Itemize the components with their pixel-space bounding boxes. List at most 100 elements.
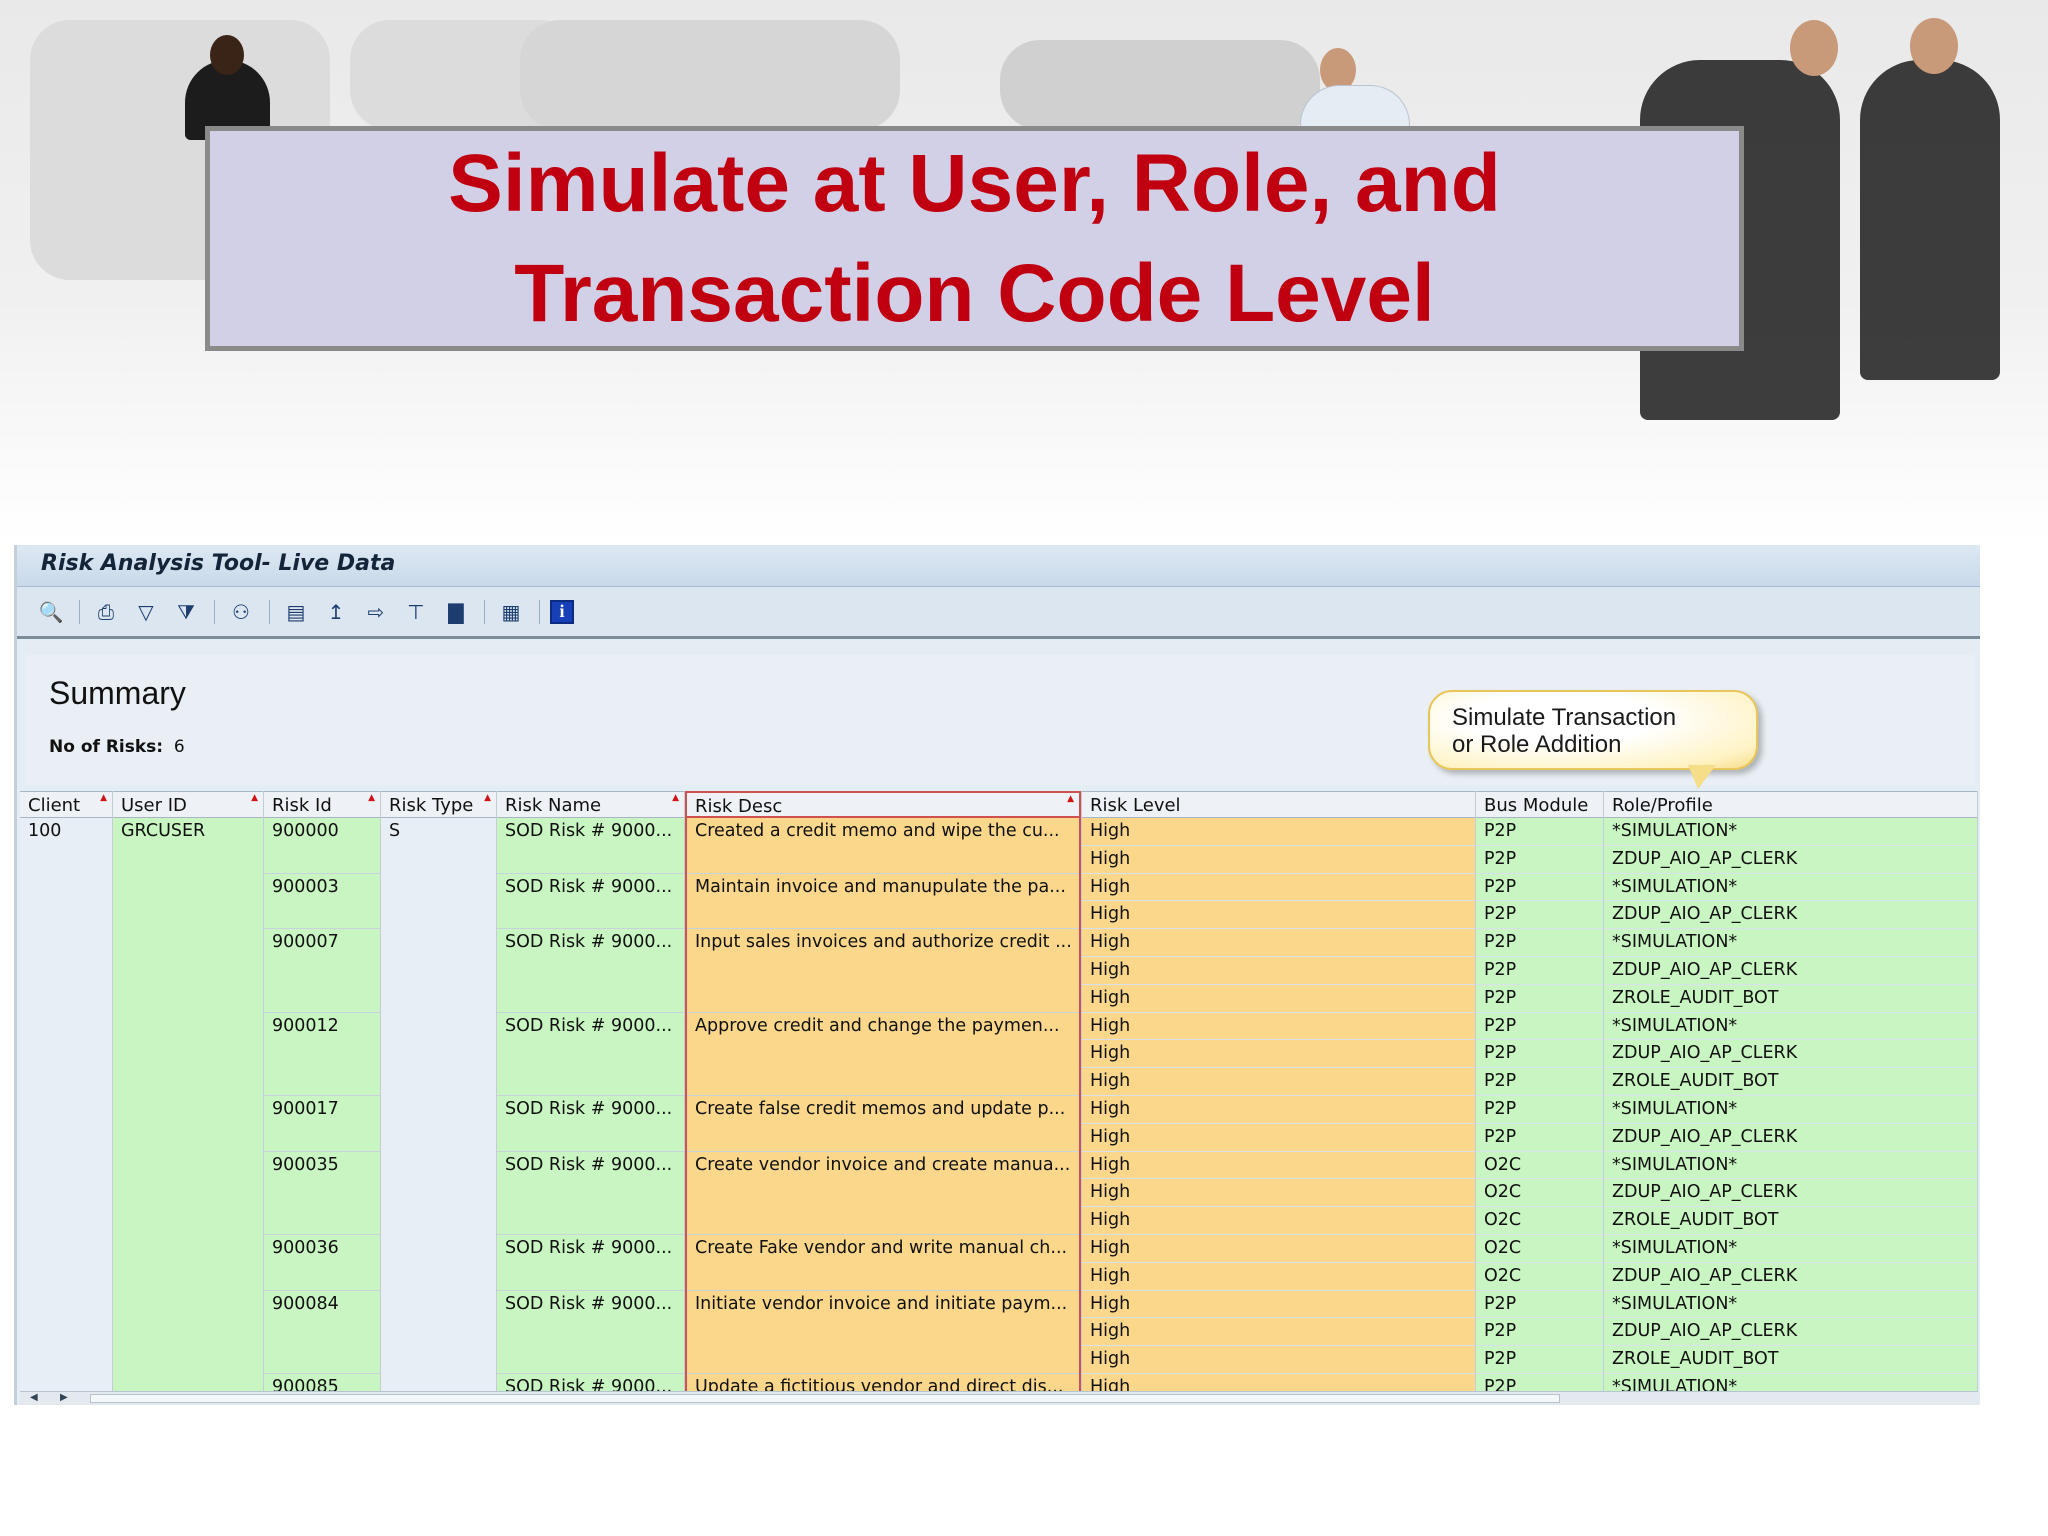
table-cell[interactable]: High	[1082, 1318, 1475, 1347]
table-cell[interactable]: Created a credit memo and wipe the cu...	[687, 818, 1079, 846]
table-cell[interactable]: SOD Risk # 9000...	[497, 1152, 684, 1180]
table-cell[interactable]: ZDUP_AIO_AP_CLERK	[1604, 1179, 1977, 1208]
table-cell[interactable]: P2P	[1476, 901, 1603, 930]
header-risk-id[interactable]: Risk Id ▲	[264, 791, 380, 818]
table-cell[interactable]: 100	[20, 818, 112, 846]
filter-icon[interactable]: ▽	[130, 596, 162, 628]
table-cell[interactable]: P2P	[1476, 1013, 1603, 1041]
table-cell[interactable]: ZROLE_AUDIT_BOT	[1604, 1207, 1977, 1235]
table-cell[interactable]: Maintain invoice and manupulate the pa..…	[687, 874, 1079, 902]
table-cell[interactable]: SOD Risk # 9000...	[497, 1374, 684, 1391]
upload-icon[interactable]: ↥	[320, 596, 352, 628]
table-cell[interactable]: *SIMULATION*	[1604, 874, 1977, 902]
table-cell[interactable]: High	[1082, 985, 1475, 1013]
table-cell[interactable]: ZDUP_AIO_AP_CLERK	[1604, 957, 1977, 985]
table-cell[interactable]: SOD Risk # 9000...	[497, 874, 684, 902]
table-cell[interactable]: P2P	[1476, 957, 1603, 985]
table-cell[interactable]: P2P	[1476, 1040, 1603, 1069]
header-user-id[interactable]: User ID ▲	[113, 791, 263, 818]
scroll-left-icon[interactable]: ◀	[30, 1392, 38, 1403]
table-cell[interactable]: Approve credit and change the paymen...	[687, 1013, 1079, 1041]
table-cell[interactable]: High	[1082, 1040, 1475, 1069]
table-cell[interactable]: P2P	[1476, 874, 1603, 902]
header-risk-desc[interactable]: Risk Desc ▲	[685, 791, 1081, 818]
table-cell[interactable]: SOD Risk # 9000...	[497, 1235, 684, 1263]
table-cell[interactable]: High	[1082, 1374, 1475, 1391]
filter-settings-icon[interactable]: ⧩	[170, 596, 202, 628]
table-cell[interactable]: Create Fake vendor and write manual ch..…	[687, 1235, 1079, 1263]
table-cell[interactable]: *SIMULATION*	[1604, 1235, 1977, 1263]
table-cell[interactable]: High	[1082, 929, 1475, 957]
table-cell[interactable]: P2P	[1476, 846, 1603, 874]
table-cell[interactable]: Create false credit memos and update p..…	[687, 1096, 1079, 1124]
table-cell[interactable]: High	[1082, 818, 1475, 846]
table-cell[interactable]: P2P	[1476, 1346, 1603, 1374]
table-cell[interactable]: 900017	[264, 1096, 380, 1124]
table-cell[interactable]: *SIMULATION*	[1604, 818, 1977, 846]
table-cell[interactable]: *SIMULATION*	[1604, 929, 1977, 957]
table-cell[interactable]: ZROLE_AUDIT_BOT	[1604, 1068, 1977, 1096]
table-cell[interactable]: 900003	[264, 874, 380, 902]
horizontal-scrollbar[interactable]: ◀ ▶	[20, 1391, 1978, 1405]
table-cell[interactable]: 900007	[264, 929, 380, 957]
table-cell[interactable]: Input sales invoices and authorize credi…	[687, 929, 1079, 957]
table-cell[interactable]: *SIMULATION*	[1604, 1291, 1977, 1319]
table-cell[interactable]: High	[1082, 1179, 1475, 1208]
table-cell[interactable]: O2C	[1476, 1235, 1603, 1263]
table-cell[interactable]: SOD Risk # 9000...	[497, 929, 684, 957]
scrollbar-thumb[interactable]	[90, 1394, 1560, 1403]
table-cell[interactable]: SOD Risk # 9000...	[497, 1013, 684, 1041]
table-cell[interactable]: S	[381, 818, 496, 846]
table-cell[interactable]: O2C	[1476, 1263, 1603, 1291]
table-cell[interactable]: High	[1082, 1152, 1475, 1180]
table-cell[interactable]: ZDUP_AIO_AP_CLERK	[1604, 846, 1977, 874]
table-cell[interactable]: High	[1082, 1013, 1475, 1041]
table-cell[interactable]: P2P	[1476, 1124, 1603, 1152]
table-cell[interactable]: O2C	[1476, 1207, 1603, 1235]
find-icon[interactable]: ⚇	[225, 596, 257, 628]
table-cell[interactable]: High	[1082, 874, 1475, 902]
table-cell[interactable]: ZROLE_AUDIT_BOT	[1604, 985, 1977, 1013]
table-cell[interactable]: *SIMULATION*	[1604, 1013, 1977, 1041]
table-cell[interactable]: High	[1082, 1346, 1475, 1374]
table-cell[interactable]: High	[1082, 1235, 1475, 1263]
table-cell[interactable]: P2P	[1476, 929, 1603, 957]
table-cell[interactable]: *SIMULATION*	[1604, 1374, 1977, 1391]
table-cell[interactable]: *SIMULATION*	[1604, 1152, 1977, 1180]
table-cell[interactable]: 900036	[264, 1235, 380, 1263]
table-cell[interactable]: ZDUP_AIO_AP_CLERK	[1604, 1318, 1977, 1347]
table-cell[interactable]: GRCUSER	[113, 818, 263, 846]
table-cell[interactable]: P2P	[1476, 1318, 1603, 1347]
table-cell[interactable]: ZDUP_AIO_AP_CLERK	[1604, 901, 1977, 930]
table-cell[interactable]: P2P	[1476, 1291, 1603, 1319]
save-icon[interactable]: ⇨	[360, 596, 392, 628]
print-icon[interactable]: ⎙	[90, 596, 122, 628]
header-role-profile[interactable]: Role/Profile	[1604, 791, 1977, 818]
header-risk-name[interactable]: Risk Name ▲	[497, 791, 684, 818]
table-cell[interactable]: ZDUP_AIO_AP_CLERK	[1604, 1040, 1977, 1069]
layout-icon[interactable]: ▦	[495, 596, 527, 628]
table-cell[interactable]: SOD Risk # 9000...	[497, 1291, 684, 1319]
table-cell[interactable]: O2C	[1476, 1152, 1603, 1180]
table-cell[interactable]: High	[1082, 1124, 1475, 1152]
table-cell[interactable]: P2P	[1476, 985, 1603, 1013]
table-cell[interactable]: High	[1082, 901, 1475, 930]
info-icon[interactable]: i	[550, 599, 574, 624]
table-cell[interactable]: High	[1082, 1068, 1475, 1096]
header-risk-type[interactable]: Risk Type ▲	[381, 791, 496, 818]
table-cell[interactable]: High	[1082, 1263, 1475, 1291]
table-cell[interactable]: Update a fictitious vendor and direct di…	[687, 1374, 1079, 1391]
table-cell[interactable]: 900085	[264, 1374, 380, 1391]
details-icon[interactable]: 🔍	[35, 596, 67, 628]
table-cell[interactable]: ZROLE_AUDIT_BOT	[1604, 1346, 1977, 1374]
table-cell[interactable]: P2P	[1476, 818, 1603, 846]
header-client[interactable]: Client ▲	[20, 791, 112, 818]
text-icon[interactable]: ⊤	[400, 596, 432, 628]
table-cell[interactable]: Create vendor invoice and create manua..…	[687, 1152, 1079, 1180]
table-cell[interactable]: O2C	[1476, 1179, 1603, 1208]
table-cell[interactable]: High	[1082, 1096, 1475, 1124]
table-cell[interactable]: P2P	[1476, 1096, 1603, 1124]
table-cell[interactable]: Initiate vendor invoice and initiate pay…	[687, 1291, 1079, 1319]
table-cell[interactable]: High	[1082, 846, 1475, 874]
table-cell[interactable]: P2P	[1476, 1068, 1603, 1096]
